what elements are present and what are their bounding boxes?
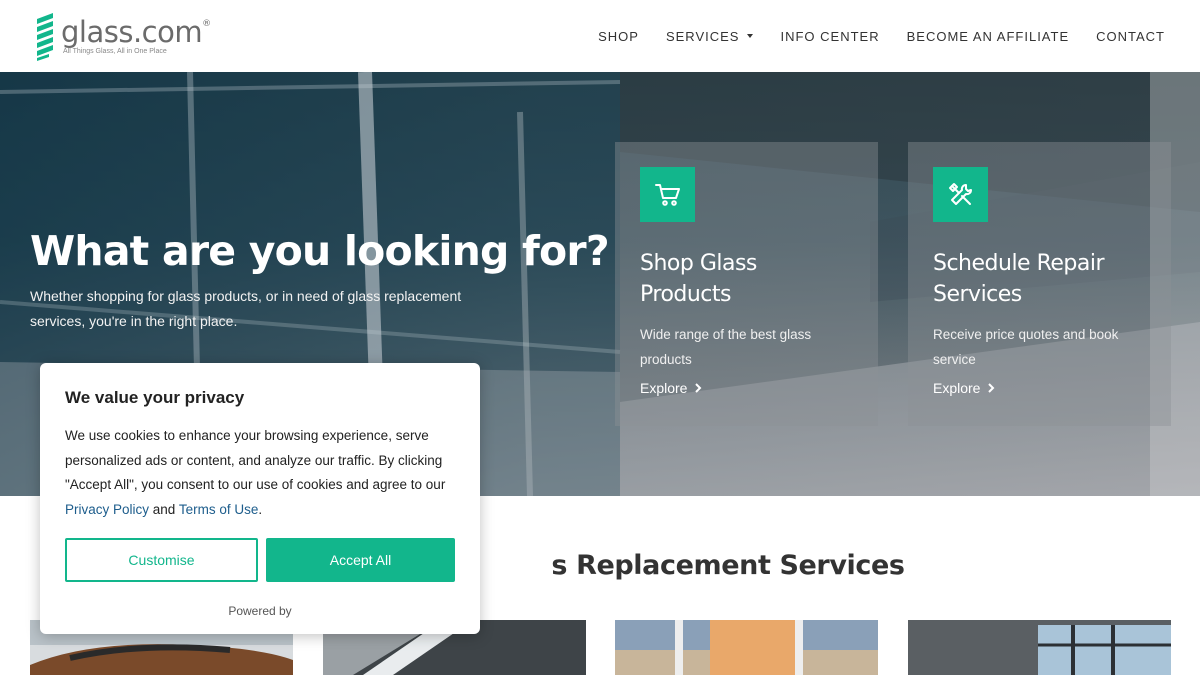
card-title: Schedule Repair Services (933, 251, 1105, 307)
explore-link[interactable]: Explore (640, 380, 853, 396)
accept-all-button[interactable]: Accept All (266, 538, 455, 582)
main-nav: SHOP SERVICES INFO CENTER BECOME AN AFFI… (598, 29, 1165, 44)
card-title: Shop Glass Products (640, 251, 757, 307)
explore-link[interactable]: Explore (933, 380, 1146, 396)
service-thumbnail-commercial[interactable] (908, 620, 1171, 675)
logo-tagline: All Things Glass, All in One Place (63, 47, 167, 55)
window-sunset-image (615, 620, 878, 675)
shop-glass-card[interactable]: Shop Glass Products Wide range of the be… (615, 142, 878, 426)
card-description: Wide range of the best glass products (640, 327, 812, 367)
privacy-policy-link[interactable]: Privacy Policy (65, 502, 149, 517)
terms-of-use-link[interactable]: Terms of Use (179, 502, 259, 517)
office-windows-image (908, 620, 1171, 675)
cookie-title: We value your privacy (65, 388, 245, 407)
customise-button[interactable]: Customise (65, 538, 258, 582)
logo-wordmark: glass.com® (61, 14, 211, 49)
schedule-repair-card[interactable]: Schedule Repair Services Receive price q… (908, 142, 1171, 426)
powered-by-label: Powered by (228, 604, 292, 618)
chevron-down-icon (747, 34, 754, 38)
chevron-right-icon (988, 383, 995, 393)
logo-mark-icon (37, 13, 53, 61)
logo[interactable]: glass.com® All Things Glass, All in One … (35, 11, 211, 61)
tools-icon (933, 167, 988, 222)
hero-title: What are you looking for? (30, 227, 610, 275)
nav-services[interactable]: SERVICES (666, 29, 754, 44)
service-thumbnail-residential[interactable] (615, 620, 878, 675)
site-header: glass.com® All Things Glass, All in One … (0, 0, 1200, 72)
hero-subtitle: Whether shopping for glass products, or … (30, 288, 462, 329)
nav-become-affiliate[interactable]: BECOME AN AFFILIATE (907, 29, 1070, 44)
card-description: Receive price quotes and book service (933, 327, 1119, 367)
chevron-right-icon (695, 383, 702, 393)
cookie-consent-dialog: We value your privacy We use cookies to … (40, 363, 480, 634)
nav-info-center[interactable]: INFO CENTER (780, 29, 879, 44)
nav-shop[interactable]: SHOP (598, 29, 639, 44)
cart-icon (640, 167, 695, 222)
nav-contact[interactable]: CONTACT (1096, 29, 1165, 44)
cookie-text: We use cookies to enhance your browsing … (65, 428, 446, 517)
